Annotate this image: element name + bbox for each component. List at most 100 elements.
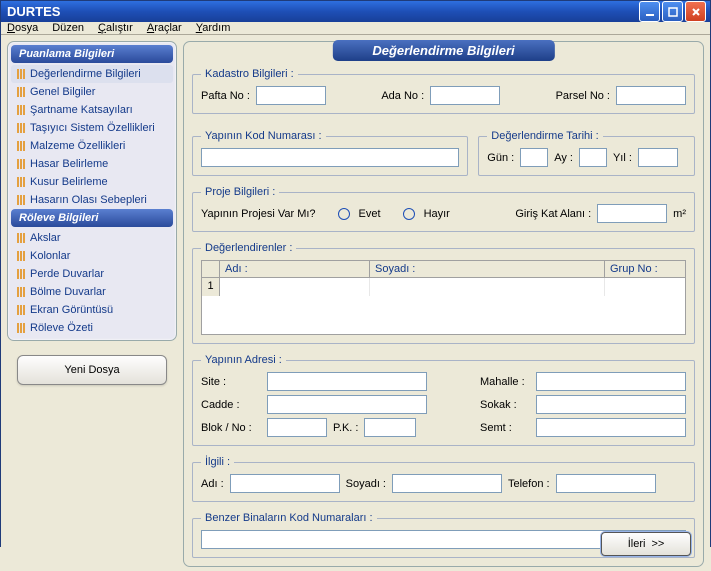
input-parsel[interactable]: [616, 86, 686, 105]
sidebar-item-bolme[interactable]: Bölme Duvarlar: [11, 283, 173, 301]
evaluators-grid[interactable]: Adı : Soyadı : Grup No : 1: [201, 260, 686, 335]
label-proje-var: Yapının Projesi Var Mı?: [201, 208, 316, 220]
sidebar-item-hasar[interactable]: Hasar Belirleme: [11, 155, 173, 173]
bullet-icon: [17, 251, 25, 261]
group-yapi-kod: Yapının Kod Numarası :: [192, 130, 468, 176]
bullet-icon: [17, 105, 25, 115]
menu-dosya[interactable]: Dosya: [7, 22, 38, 34]
label-gun: Gün :: [487, 152, 514, 164]
label-sokak: Sokak :: [480, 399, 530, 411]
legend-proje: Proje Bilgileri :: [201, 186, 279, 198]
input-yil[interactable]: [638, 148, 678, 167]
input-pafta[interactable]: [256, 86, 326, 105]
titlebar: DURTES: [1, 1, 710, 22]
grid-filler: [202, 296, 685, 334]
input-semt[interactable]: [536, 418, 686, 437]
bullet-icon: [17, 87, 25, 97]
label-pafta: Pafta No :: [201, 90, 250, 102]
sidebar-item-ekran[interactable]: Ekran Görüntüsü: [11, 301, 173, 319]
cell-grup[interactable]: [605, 278, 685, 296]
input-mahalle[interactable]: [536, 372, 686, 391]
label-ada: Ada No :: [381, 90, 424, 102]
input-ilgili-soyadi[interactable]: [392, 474, 502, 493]
input-sokak[interactable]: [536, 395, 686, 414]
input-pk[interactable]: [364, 418, 416, 437]
radio-hayir[interactable]: [403, 208, 415, 220]
sidebar-item-sartname[interactable]: Şartname Katsayıları: [11, 101, 173, 119]
label-site: Site :: [201, 376, 261, 388]
bullet-icon: [17, 233, 25, 243]
input-cadde[interactable]: [267, 395, 427, 414]
sidebar-item-roleve-ozeti[interactable]: Röleve Özeti: [11, 319, 173, 337]
minimize-icon: [645, 7, 655, 17]
col-adi: Adı :: [220, 261, 370, 278]
bullet-icon: [17, 159, 25, 169]
group-proje: Proje Bilgileri : Yapının Projesi Var Mı…: [192, 186, 695, 232]
cell-soyadi[interactable]: [370, 278, 605, 296]
bullet-icon: [17, 269, 25, 279]
input-site[interactable]: [267, 372, 427, 391]
label-blok: Blok / No :: [201, 422, 261, 434]
col-grup: Grup No :: [605, 261, 685, 278]
sidebar-item-perde[interactable]: Perde Duvarlar: [11, 265, 173, 283]
bullet-icon: [17, 305, 25, 315]
new-file-button[interactable]: Yeni Dosya: [17, 355, 167, 385]
next-button[interactable]: İleri >>: [601, 532, 691, 556]
sidebar-item-tasiyici[interactable]: Taşıyıcı Sistem Özellikleri: [11, 119, 173, 137]
legend-tarih: Değerlendirme Tarihi :: [487, 130, 602, 142]
input-ay[interactable]: [579, 148, 607, 167]
label-giris-kat: Giriş Kat Alanı :: [515, 208, 591, 220]
input-ilgili-telefon[interactable]: [556, 474, 656, 493]
menu-calistir[interactable]: Çalıştır: [98, 22, 133, 34]
label-evet: Evet: [359, 208, 381, 220]
minimize-button[interactable]: [639, 1, 660, 22]
label-yil: Yıl :: [613, 152, 632, 164]
input-yapi-kod[interactable]: [201, 148, 459, 167]
input-ilgili-adi[interactable]: [230, 474, 340, 493]
sidebar-item-kolonlar[interactable]: Kolonlar: [11, 247, 173, 265]
sidebar-item-genel[interactable]: Genel Bilgiler: [11, 83, 173, 101]
input-blok[interactable]: [267, 418, 327, 437]
chevron-right-icon: >>: [651, 538, 664, 550]
menu-duzen[interactable]: Düzen: [52, 22, 84, 34]
label-m2: m²: [673, 208, 686, 220]
label-ay: Ay :: [554, 152, 573, 164]
legend-ilgili: İlgili :: [201, 456, 234, 468]
sidebar-header-puanlama: Puanlama Bilgileri: [11, 45, 173, 63]
menu-yardim[interactable]: Yardım: [196, 22, 231, 34]
label-hayir: Hayır: [424, 208, 450, 220]
bullet-icon: [17, 123, 25, 133]
input-ada[interactable]: [430, 86, 500, 105]
label-mahalle: Mahalle :: [480, 376, 530, 388]
menu-araclar[interactable]: Araçlar: [147, 22, 182, 34]
sidebar-panel: Puanlama Bilgileri Değerlendirme Bilgile…: [7, 41, 177, 341]
input-gun[interactable]: [520, 148, 548, 167]
cell-adi[interactable]: [220, 278, 370, 296]
legend-degerlendirenler: Değerlendirenler :: [201, 242, 296, 254]
maximize-button[interactable]: [662, 1, 683, 22]
sidebar-item-degerlendirme[interactable]: Değerlendirme Bilgileri: [11, 65, 173, 83]
group-ilgili: İlgili : Adı : Soyadı : Telefon :: [192, 456, 695, 502]
bullet-icon: [17, 69, 25, 79]
bullet-icon: [17, 323, 25, 333]
label-pk: P.K. :: [333, 422, 358, 434]
label-ilgili-telefon: Telefon :: [508, 478, 550, 490]
group-adres: Yapının Adresi : Site : Mahalle : Cadde …: [192, 354, 695, 446]
legend-yapi-kod: Yapının Kod Numarası :: [201, 130, 326, 142]
bullet-icon: [17, 287, 25, 297]
sidebar-item-malzeme[interactable]: Malzeme Özellikleri: [11, 137, 173, 155]
label-ilgili-adi: Adı :: [201, 478, 224, 490]
main-title: Değerlendirme Bilgileri: [332, 40, 554, 61]
input-giris-kat[interactable]: [597, 204, 667, 223]
maximize-icon: [668, 7, 678, 17]
sidebar-item-hasarin-olasi[interactable]: Hasarın Olası Sebepleri: [11, 191, 173, 209]
sidebar-item-kusur[interactable]: Kusur Belirleme: [11, 173, 173, 191]
sidebar-item-akslar[interactable]: Akslar: [11, 229, 173, 247]
bullet-icon: [17, 141, 25, 151]
radio-evet[interactable]: [338, 208, 350, 220]
label-parsel: Parsel No :: [556, 90, 610, 102]
client-area: Puanlama Bilgileri Değerlendirme Bilgile…: [1, 35, 710, 571]
legend-kadastro: Kadastro Bilgileri :: [201, 68, 298, 80]
close-button[interactable]: [685, 1, 706, 22]
legend-benzer: Benzer Binaların Kod Numaraları :: [201, 512, 377, 524]
